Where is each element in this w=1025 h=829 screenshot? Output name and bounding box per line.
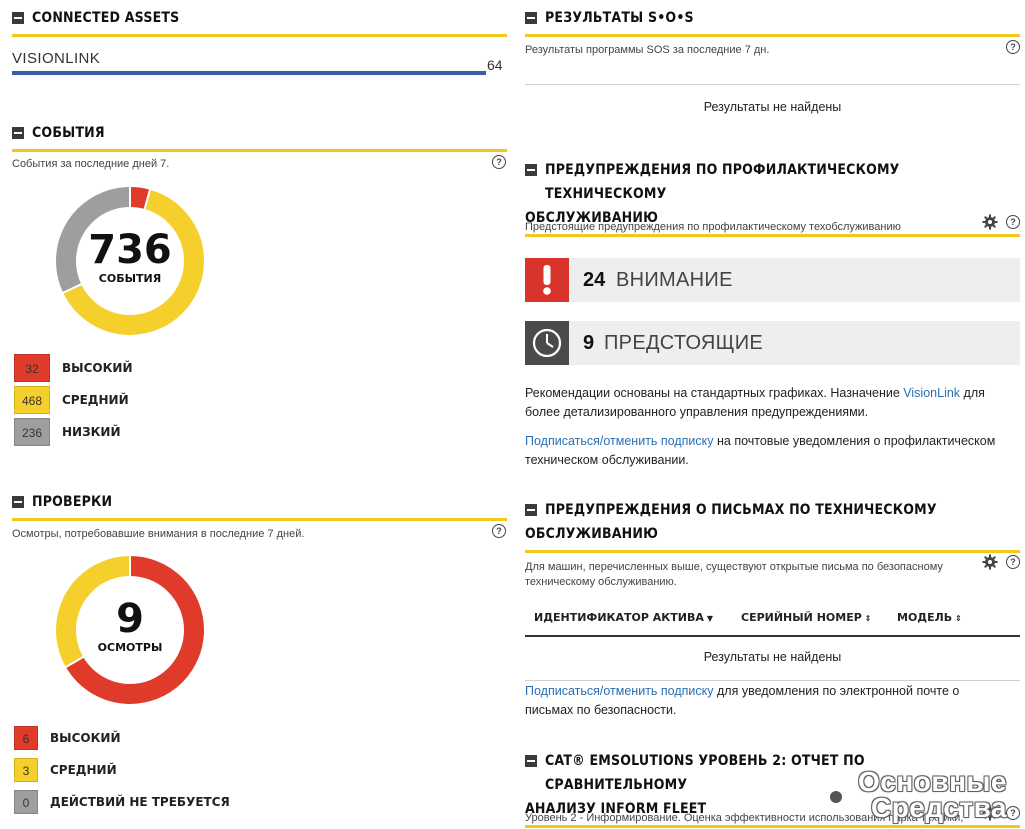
upcoming-count: 9 <box>583 332 595 354</box>
collapse-icon[interactable] <box>525 12 537 24</box>
legend-medium-label: СРЕДНИЙ <box>50 763 117 777</box>
collapse-icon[interactable] <box>525 755 537 767</box>
legend-high: 32 ВЫСОКИЙ <box>14 354 314 384</box>
sort-icon: ⇕ <box>864 614 872 623</box>
collapse-icon[interactable] <box>12 12 24 24</box>
legend-medium-count: 3 <box>14 758 38 782</box>
col-serial-label: СЕРИЙНЫЙ НОМЕР <box>741 611 862 624</box>
legend-high-count: 6 <box>14 726 38 750</box>
events-subtitle: События за последние дней 7. <box>12 158 170 170</box>
legend-high-label: ВЫСОКИЙ <box>62 361 133 375</box>
section-title-cont: ОБСЛУЖИВАНИЮ <box>525 526 659 542</box>
legend-none-label: ДЕЙСТВИЙ НЕ ТРЕБУЕТСЯ <box>50 795 230 809</box>
letters-empty: Результаты не найдены <box>703 650 842 664</box>
subscribe-link[interactable]: Подписаться/отменить подписку <box>525 434 714 448</box>
exclamation-icon <box>525 258 569 302</box>
help-icon[interactable]: ? <box>1006 215 1020 229</box>
table-header-divider <box>525 635 1020 637</box>
attention-count: 24 <box>583 269 606 291</box>
collapse-icon[interactable] <box>525 164 537 176</box>
col-serial[interactable]: СЕРИЙНЫЙ НОМЕР ⇕ <box>741 611 871 624</box>
help-icon[interactable]: ? <box>492 524 506 538</box>
legend-medium: 468 СРЕДНИЙ <box>14 386 314 416</box>
visionlink-count: 64 <box>487 57 503 73</box>
section-title: ПРОВЕРКИ <box>32 494 113 510</box>
legend-low-count: 236 <box>14 418 50 446</box>
legend-high-label: ВЫСОКИЙ <box>50 731 121 745</box>
col-model-label: МОДЕЛЬ <box>897 611 953 624</box>
help-icon[interactable]: ? <box>492 155 506 169</box>
visionlink-label[interactable]: VISIONLINK <box>12 50 100 67</box>
legend-high-count: 32 <box>14 354 50 382</box>
sos-subtitle: Результаты программы SOS за последние 7 … <box>525 44 770 56</box>
attention-tile[interactable]: 24 ВНИМАНИЕ <box>525 258 1020 302</box>
events-total: 736 <box>88 227 172 273</box>
letters-subscribe: Подписаться/отменить подписку для уведом… <box>525 682 995 720</box>
inspections-subtitle: Осмотры, потребовавшие внимания в послед… <box>12 528 305 540</box>
watermark-dot <box>830 791 842 803</box>
section-title: ПРЕДУПРЕЖДЕНИЯ О ПИСЬМАХ ПО ТЕХНИЧЕСКОМУ <box>545 502 937 518</box>
letters-subtitle: Для машин, перечисленных выше, существую… <box>525 561 943 588</box>
watermark-logo: Основные Средства <box>827 768 1007 823</box>
connected-assets-header: CONNECTED ASSETS <box>12 6 507 37</box>
inspections-caption: ОСМОТРЫ <box>97 641 163 654</box>
events-section: СОБЫТИЯ <box>12 121 507 152</box>
pm-recommendation: Рекомендации основаны на стандартных гра… <box>525 384 1010 422</box>
inspections-total: 9 <box>116 596 144 642</box>
collapse-icon[interactable] <box>12 496 24 508</box>
sort-icon: ⇕ <box>955 614 962 623</box>
rec-text-1: Рекомендации основаны на стандартных гра… <box>525 386 904 400</box>
sort-desc-icon: ▼ <box>706 614 714 623</box>
connected-assets-section: CONNECTED ASSETS <box>12 6 507 37</box>
events-donut-center: 736 СОБЫТИЯ <box>52 228 208 285</box>
pm-subtitle: Предстоящие предупреждения по профилакти… <box>525 221 901 233</box>
legend-medium: 3 СРЕДНИЙ <box>14 758 314 788</box>
inspections-header: ПРОВЕРКИ <box>12 490 507 521</box>
section-title: СОБЫТИЯ <box>32 125 105 141</box>
events-caption: СОБЫТИЯ <box>98 272 162 285</box>
sos-section: РЕЗУЛЬТАТЫ S•O•S <box>525 6 1020 37</box>
inspections-section: ПРОВЕРКИ <box>12 490 507 521</box>
letters-section: ПРЕДУПРЕЖДЕНИЯ О ПИСЬМАХ ПО ТЕХНИЧЕСКОМУ… <box>525 498 1020 553</box>
col-asset-id[interactable]: ИДЕНТИФИКАТОР АКТИВА ▼ <box>534 611 713 624</box>
legend-high: 6 ВЫСОКИЙ <box>14 726 314 756</box>
help-icon[interactable]: ? <box>1006 555 1020 569</box>
section-title: CONNECTED ASSETS <box>32 10 180 26</box>
legend-low: 236 НИЗКИЙ <box>14 418 314 448</box>
section-title: ПРЕДУПРЕЖДЕНИЯ ПО ПРОФИЛАКТИЧЕСКОМУ ТЕХН… <box>545 162 900 202</box>
subscribe-link[interactable]: Подписаться/отменить подписку <box>525 684 714 698</box>
upcoming-label: ПРЕДСТОЯЩИЕ <box>604 332 764 354</box>
section-title: РЕЗУЛЬТАТЫ S•O•S <box>545 10 694 26</box>
legend-low-label: НИЗКИЙ <box>62 425 121 439</box>
visionlink-link[interactable]: VisionLink <box>903 386 960 400</box>
divider <box>525 680 1020 681</box>
legend-medium-count: 468 <box>14 386 50 414</box>
collapse-icon[interactable] <box>525 504 537 516</box>
attention-label: ВНИМАНИЕ <box>616 269 733 291</box>
divider <box>525 84 1020 85</box>
gear-icon[interactable] <box>982 554 998 570</box>
help-icon[interactable]: ? <box>1006 806 1020 820</box>
upcoming-tile[interactable]: 9 ПРЕДСТОЯЩИЕ <box>525 321 1020 365</box>
legend-none: 0 ДЕЙСТВИЙ НЕ ТРЕБУЕТСЯ <box>14 790 314 820</box>
help-icon[interactable]: ? <box>1006 40 1020 54</box>
col-model[interactable]: МОДЕЛЬ ⇕ <box>897 611 962 624</box>
clock-icon <box>525 321 569 365</box>
events-header: СОБЫТИЯ <box>12 121 507 152</box>
col-asset-id-label: ИДЕНТИФИКАТОР АКТИВА <box>534 611 704 624</box>
legend-none-count: 0 <box>14 790 38 814</box>
watermark-line2: Средства <box>870 792 1007 823</box>
visionlink-bar <box>12 71 486 75</box>
sos-header: РЕЗУЛЬТАТЫ S•O•S <box>525 6 1020 37</box>
pm-subscribe: Подписаться/отменить подписку на почтовы… <box>525 432 1020 470</box>
legend-medium-label: СРЕДНИЙ <box>62 393 129 407</box>
gear-icon[interactable] <box>982 214 998 230</box>
letters-header: ПРЕДУПРЕЖДЕНИЯ О ПИСЬМАХ ПО ТЕХНИЧЕСКОМУ… <box>525 498 1020 553</box>
sos-empty: Результаты не найдены <box>703 100 842 114</box>
inspections-donut-center: 9 ОСМОТРЫ <box>52 597 208 654</box>
collapse-icon[interactable] <box>12 127 24 139</box>
